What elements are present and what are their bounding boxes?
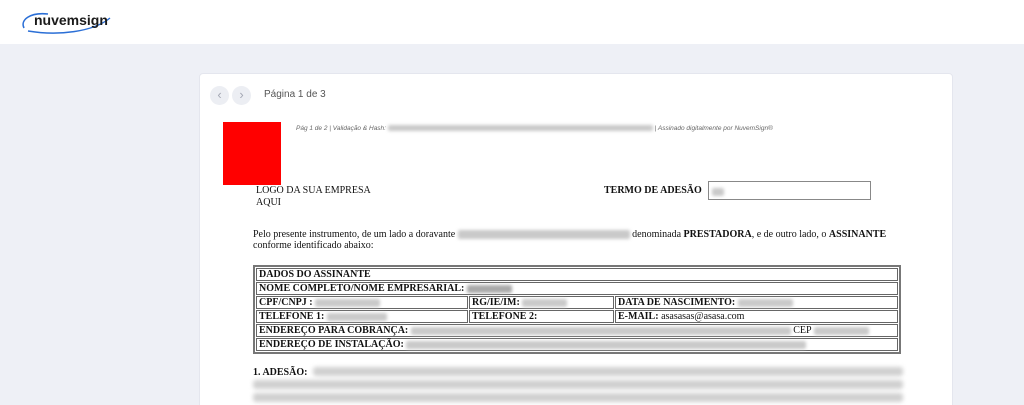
phone2-cell: TELEFONE 2: xyxy=(469,310,614,323)
redacted-rg xyxy=(522,298,568,307)
billing-address-cell: ENDEREÇO PARA COBRANÇA: CEP xyxy=(256,324,898,337)
cpf-label: CPF/CNPJ : xyxy=(259,297,313,308)
redacted-billing-address xyxy=(410,326,791,335)
email-label: E-MAIL: xyxy=(618,311,659,322)
intro-text-4: conforme identificado abaixo: xyxy=(253,240,374,251)
redacted-hash xyxy=(387,125,653,132)
term-number-field[interactable] xyxy=(708,181,871,200)
table-row: TELEFONE 1: TELEFONE 2: E-MAIL: asasasas… xyxy=(256,310,898,323)
intro-paragraph: Pelo presente instrumento, de um lado a … xyxy=(253,229,903,251)
install-address-label: ENDEREÇO DE INSTALAÇÃO: xyxy=(259,339,404,350)
nuvemsign-logo[interactable]: nuvemsign xyxy=(18,6,118,36)
redacted-install-address xyxy=(406,340,807,349)
hash-prefix: Pág 1 de 2 | Validação & Hash: xyxy=(296,125,386,132)
top-bar: nuvemsign xyxy=(0,0,1024,44)
hash-line: Pág 1 de 2 | Validação & Hash: | Assinad… xyxy=(296,125,773,132)
intro-text-2: denominada xyxy=(632,229,682,240)
cep-label: CEP xyxy=(793,325,812,336)
redacted-company-name xyxy=(457,230,630,240)
hash-suffix: | Assinado digitalmente por NuvemSign® xyxy=(654,125,773,132)
birthdate-label: DATA DE NASCIMENTO: xyxy=(618,297,736,308)
cpf-cell: CPF/CNPJ : xyxy=(256,296,468,309)
redacted-birthdate xyxy=(737,298,793,307)
table-row: CPF/CNPJ : RG/IE/IM: DATA DE NASCIMENTO: xyxy=(256,296,898,309)
redacted-text-line xyxy=(253,393,903,402)
term-label: TERMO DE ADESÃO xyxy=(604,185,702,196)
section-adesao-body xyxy=(253,367,905,405)
svg-text:nuvemsign: nuvemsign xyxy=(34,12,108,28)
name-cell: NOME COMPLETO/NOME EMPRESARIAL: xyxy=(256,282,898,295)
email-cell: E-MAIL: asasasas@asasa.com xyxy=(615,310,898,323)
install-address-cell: ENDEREÇO DE INSTALAÇÃO: xyxy=(256,338,898,351)
logo-placeholder-text: LOGO DA SUA EMPRESA AQUI xyxy=(256,185,371,208)
prestadora-label: PRESTADORA xyxy=(683,229,752,240)
phone1-cell: TELEFONE 1: xyxy=(256,310,468,323)
company-logo-placeholder xyxy=(223,122,281,185)
redacted-phone1 xyxy=(326,312,387,321)
assinante-label: ASSINANTE xyxy=(828,229,887,240)
table-row: NOME COMPLETO/NOME EMPRESARIAL: xyxy=(256,282,898,295)
phone1-label: TELEFONE 1: xyxy=(259,311,325,322)
billing-address-label: ENDEREÇO PARA COBRANÇA: xyxy=(259,325,409,336)
redacted-text-line xyxy=(313,367,903,376)
table-row: ENDEREÇO DE INSTALAÇÃO: xyxy=(256,338,898,351)
table-row: ENDEREÇO PARA COBRANÇA: CEP xyxy=(256,324,898,337)
email-value: asasasas@asasa.com xyxy=(661,311,745,322)
intro-text-3: , e de outro lado, o xyxy=(751,229,827,240)
rg-label: RG/IE/IM: xyxy=(472,297,520,308)
birthdate-cell: DATA DE NASCIMENTO: xyxy=(615,296,898,309)
redacted-name xyxy=(466,284,512,293)
table-header: DADOS DO ASSINANTE xyxy=(256,268,898,281)
redacted-cep xyxy=(814,326,870,335)
rg-cell: RG/IE/IM: xyxy=(469,296,614,309)
redacted-text-line xyxy=(253,380,903,389)
name-label: NOME COMPLETO/NOME EMPRESARIAL: xyxy=(259,283,465,294)
phone2-label: TELEFONE 2: xyxy=(472,311,538,322)
table-row: DADOS DO ASSINANTE xyxy=(256,268,898,281)
document-viewer: ‹ › Página 1 de 3 Pág 1 de 2 | Validação… xyxy=(199,73,953,405)
document-page: Pág 1 de 2 | Validação & Hash: | Assinad… xyxy=(200,74,954,405)
redacted-term-number xyxy=(712,188,724,196)
intro-text-1: Pelo presente instrumento, de um lado a … xyxy=(253,229,456,240)
redacted-cpf xyxy=(315,298,381,307)
subscriber-data-table: DADOS DO ASSINANTE NOME COMPLETO/NOME EM… xyxy=(253,265,901,354)
